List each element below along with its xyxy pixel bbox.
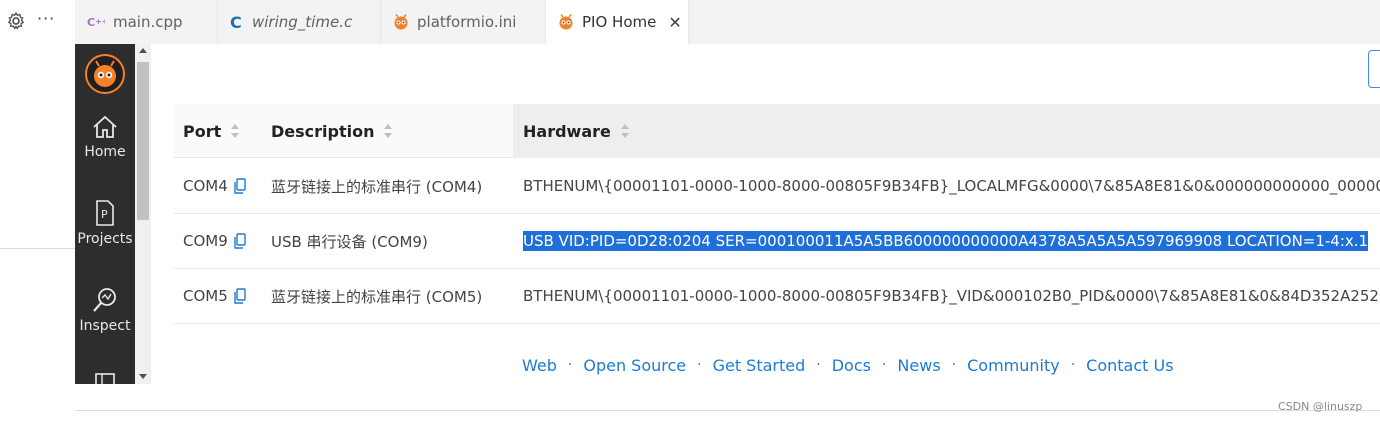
description-cell: 蓝牙链接上的标准串行 (COM5) xyxy=(271,287,483,306)
description-cell: 蓝牙链接上的标准串行 (COM4) xyxy=(271,177,483,196)
column-label: Description xyxy=(271,121,375,141)
footer-link-web[interactable]: Web xyxy=(522,356,557,375)
port-cell: COM4 xyxy=(173,159,261,213)
cpp-file-icon: C ++ xyxy=(87,15,105,29)
table-header: Port Description Hardware xyxy=(173,104,1380,158)
sidebar-item-projects[interactable]: P Projects xyxy=(75,199,135,247)
tab-label: wiring_time.c xyxy=(252,13,353,31)
column-header-hardware[interactable]: Hardware xyxy=(513,104,1380,158)
separator: · xyxy=(951,357,957,373)
port-value: COM4 xyxy=(183,177,228,195)
scroll-up-icon[interactable] xyxy=(139,48,147,53)
sort-icon[interactable] xyxy=(620,124,630,138)
column-label: Port xyxy=(183,121,222,141)
port-cell: COM9 xyxy=(173,214,261,268)
table-row: COM9 USB 串行设备 (COM9) USB VID:PID=0D28:02… xyxy=(173,214,1380,269)
separator: · xyxy=(697,357,702,373)
hardware-cell: USB VID:PID=0D28:0204 SER=000100011A5A5B… xyxy=(513,214,1380,268)
libraries-icon xyxy=(95,373,115,384)
port-cell: COM5 xyxy=(173,269,261,323)
hardware-cell: BTHENUM\{00001101-0000-1000-8000-00805F9… xyxy=(523,287,1380,305)
svg-text:C: C xyxy=(230,14,242,30)
more-actions-icon[interactable]: ··· xyxy=(37,9,55,28)
tab-wiring-time-c[interactable]: C wiring_time.c xyxy=(218,0,381,44)
pio-sidebar: Home P Projects Inspect xyxy=(75,44,135,384)
editor-tab-bar: C ++ main.cpp C wiring_time.c platfor xyxy=(75,0,1380,44)
svg-text:C: C xyxy=(87,16,95,29)
activity-gutter: ··· xyxy=(0,0,75,423)
footer-links: Web · Open Source · Get Started · Docs ·… xyxy=(522,354,1174,376)
tab-label: main.cpp xyxy=(113,13,183,31)
description-cell: USB 串行设备 (COM9) xyxy=(271,232,428,251)
scrollbar-thumb[interactable] xyxy=(137,62,149,220)
close-icon[interactable]: ✕ xyxy=(668,13,681,32)
tab-label: platformio.ini xyxy=(417,13,517,31)
panel-divider xyxy=(75,410,1380,411)
separator: · xyxy=(816,357,821,373)
platformio-logo-icon[interactable] xyxy=(84,53,126,95)
hardware-cell: BTHENUM\{00001101-0000-1000-8000-00805F9… xyxy=(523,177,1380,195)
table-row: COM5 蓝牙链接上的标准串行 (COM5) BTHENUM\{00001101… xyxy=(173,269,1380,324)
refresh-button[interactable] xyxy=(1368,50,1380,88)
footer-link-contact-us[interactable]: Contact Us xyxy=(1086,356,1173,375)
footer-link-docs[interactable]: Docs xyxy=(832,356,871,375)
column-label: Hardware xyxy=(523,121,611,141)
selected-text[interactable]: USB VID:PID=0D28:0204 SER=000100011A5A5B… xyxy=(523,231,1369,251)
platformio-icon xyxy=(393,14,409,30)
tab-main-cpp[interactable]: C ++ main.cpp xyxy=(75,0,218,44)
column-header-port[interactable]: Port xyxy=(173,104,261,158)
scroll-down-icon[interactable] xyxy=(139,374,147,379)
port-value: COM5 xyxy=(183,287,228,305)
watermark: CSDN @linuszp xyxy=(1278,400,1363,413)
sidebar-item-label: Projects xyxy=(77,231,133,247)
sidebar-item-label: Inspect xyxy=(79,318,131,334)
projects-icon: P xyxy=(96,200,114,226)
copy-icon[interactable] xyxy=(234,288,246,304)
vertical-scrollbar[interactable] xyxy=(135,44,151,384)
platformio-icon xyxy=(558,14,574,30)
footer-link-open-source[interactable]: Open Source xyxy=(583,356,686,375)
sidebar-item-home[interactable]: Home xyxy=(75,114,135,160)
tab-pio-home[interactable]: PIO Home ✕ xyxy=(546,0,689,44)
separator: · xyxy=(567,357,573,373)
tab-platformio-ini[interactable]: platformio.ini xyxy=(381,0,546,44)
home-icon xyxy=(93,115,117,138)
sidebar-item-label: Home xyxy=(84,144,126,160)
footer-link-get-started[interactable]: Get Started xyxy=(713,356,806,375)
separator: · xyxy=(1070,357,1076,373)
svg-text:P: P xyxy=(101,208,108,221)
separator: · xyxy=(881,357,887,373)
sort-icon[interactable] xyxy=(384,124,393,138)
tab-label: PIO Home xyxy=(582,13,657,31)
column-header-description[interactable]: Description xyxy=(261,104,513,158)
footer-link-news[interactable]: News xyxy=(897,356,940,375)
table-row: COM4 蓝牙链接上的标准串行 (COM4) BTHENUM\{00001101… xyxy=(173,159,1380,214)
c-file-icon: C xyxy=(230,14,244,30)
footer-link-community[interactable]: Community xyxy=(967,356,1060,375)
sort-icon[interactable] xyxy=(231,124,240,138)
inspect-icon xyxy=(93,288,116,312)
sidebar-item-libraries[interactable] xyxy=(75,371,135,384)
gear-icon[interactable] xyxy=(6,11,26,31)
svg-text:++: ++ xyxy=(95,17,105,26)
copy-icon[interactable] xyxy=(234,233,246,249)
sidebar-item-inspect[interactable]: Inspect xyxy=(75,286,135,334)
gutter-divider xyxy=(0,248,75,249)
copy-icon[interactable] xyxy=(234,178,246,194)
port-value: COM9 xyxy=(183,232,228,250)
